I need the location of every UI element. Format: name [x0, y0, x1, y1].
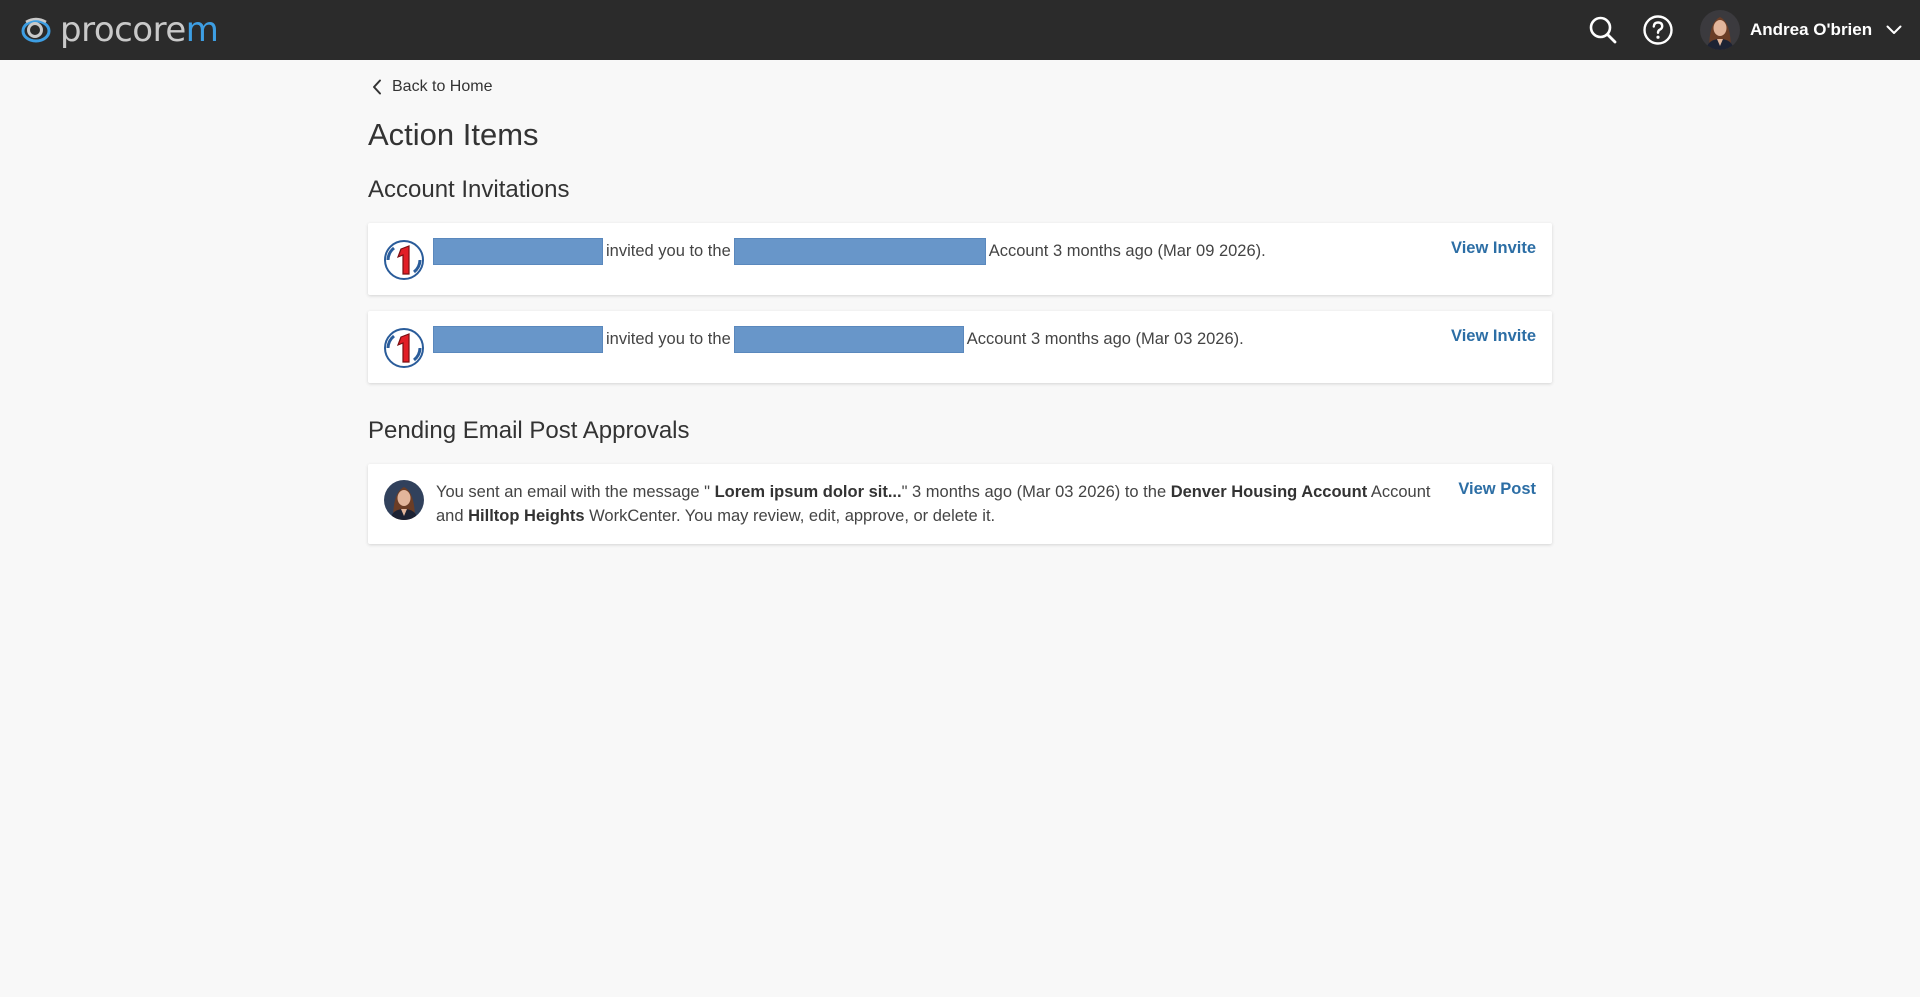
- help-icon[interactable]: [1641, 13, 1675, 47]
- invitation-body: invited you to the: [606, 329, 731, 348]
- invitation-text: invited you to the Account 3 months ago …: [430, 237, 1266, 265]
- chevron-left-icon: [373, 79, 381, 95]
- back-to-home-link[interactable]: Back to Home: [372, 76, 492, 98]
- view-invite-button[interactable]: View Invite: [1451, 327, 1536, 346]
- search-icon[interactable]: [1586, 13, 1620, 47]
- account-invitations-heading: Account Invitations: [368, 176, 570, 203]
- chevron-down-icon: [1886, 25, 1902, 34]
- user-avatar: [1700, 10, 1740, 50]
- redacted-inviter-name: [433, 237, 603, 265]
- logo-text: procorem: [60, 10, 219, 50]
- workcenter-name: Hilltop Heights: [468, 507, 585, 525]
- invitation-body: invited you to the: [606, 241, 731, 260]
- sender-avatar: [384, 480, 424, 520]
- invitation-suffix: Account 3 months ago (Mar 03 2026).: [966, 329, 1244, 348]
- view-invite-button[interactable]: View Invite: [1451, 239, 1536, 258]
- redacted-inviter-name: [433, 325, 603, 353]
- procorem-logo[interactable]: procorem: [20, 10, 219, 50]
- invitation-suffix: Account 3 months ago (Mar 09 2026).: [988, 241, 1266, 260]
- logo-mark-icon: [21, 17, 51, 43]
- email-message-preview: Lorem ipsum dolor sit...: [714, 483, 902, 501]
- page-title: Action Items: [368, 117, 539, 152]
- user-name: Andrea O'brien: [1750, 20, 1873, 39]
- top-navigation-bar: procorem Andrea O'brien: [0, 0, 1920, 60]
- account-badge-icon: [384, 240, 424, 280]
- user-menu[interactable]: Andrea O'brien: [1700, 10, 1902, 50]
- email-post-approval-card: You sent an email with the message " Lor…: [368, 464, 1552, 544]
- invitation-text: invited you to the Account 3 months ago …: [430, 325, 1244, 353]
- account-badge-icon: [384, 328, 424, 368]
- approval-text: You sent an email with the message " Lor…: [436, 483, 1431, 525]
- redacted-account-name: [733, 325, 964, 353]
- view-post-button[interactable]: View Post: [1458, 480, 1536, 499]
- back-label: Back to Home: [392, 78, 493, 95]
- pending-email-approvals-heading: Pending Email Post Approvals: [368, 417, 690, 444]
- account-name: Denver Housing Account: [1170, 483, 1368, 501]
- redacted-account-name: [733, 237, 986, 265]
- invitation-card: invited you to the Account 3 months ago …: [368, 223, 1552, 295]
- invitation-card: invited you to the Account 3 months ago …: [368, 311, 1552, 383]
